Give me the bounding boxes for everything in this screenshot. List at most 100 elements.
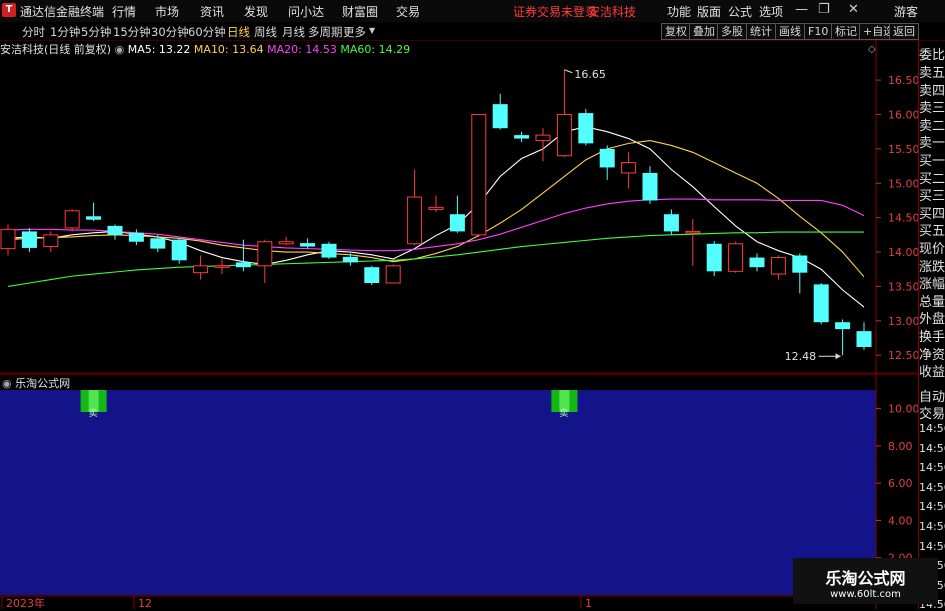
- candle-up: [685, 230, 701, 234]
- candle-up: [0, 228, 16, 250]
- tab-multi-period[interactable]: 多周期: [308, 24, 343, 40]
- candle-up: [214, 265, 230, 268]
- quote-label: 总量: [919, 294, 945, 310]
- menu-options[interactable]: 选项: [759, 3, 783, 20]
- ma-line-ma5: [7, 126, 865, 308]
- minimize-icon[interactable]: —: [795, 2, 808, 17]
- candle-down: [792, 255, 808, 273]
- candle-down: [663, 214, 679, 232]
- menu-trade[interactable]: 交易: [396, 3, 420, 20]
- menu-news[interactable]: 资讯: [200, 3, 224, 20]
- menu-discover[interactable]: 发现: [244, 3, 268, 20]
- y-tick-label: 13.00: [888, 315, 918, 328]
- candle-down: [835, 322, 851, 330]
- tab-more[interactable]: 更多: [343, 24, 366, 40]
- candle-down: [449, 214, 465, 232]
- menu-wealth[interactable]: 财富圈: [342, 3, 378, 20]
- subchart-y-tick-label: 4.00: [888, 514, 913, 527]
- y-tick-label: 12.50: [888, 349, 918, 362]
- candle-up: [535, 134, 551, 142]
- candle-down: [235, 262, 251, 268]
- quote-header: 委比: [919, 48, 945, 63]
- settings-icon[interactable]: ◉: [2, 377, 12, 390]
- app-title: 通达信金融终端: [20, 5, 105, 19]
- candle-up: [257, 241, 273, 267]
- sell-marker-label: 卖: [89, 408, 98, 419]
- menu-layout[interactable]: 版面: [697, 3, 721, 20]
- subchart-y-tick-label: 6.00: [888, 477, 913, 490]
- overlay-button[interactable]: 叠加: [689, 23, 719, 40]
- tab-60min[interactable]: 60分钟: [188, 24, 226, 40]
- multi-stock-button[interactable]: 多股: [717, 23, 747, 40]
- watermark-title: 乐淘公式网: [825, 569, 906, 588]
- trade-time: 14:56: [919, 539, 945, 553]
- candle-up: [193, 265, 209, 274]
- tab-daily[interactable]: 日线: [227, 24, 250, 40]
- tab-1min[interactable]: 1分钟: [50, 24, 80, 40]
- adjust-button[interactable]: 复权: [661, 23, 691, 40]
- tab-5min[interactable]: 5分钟: [81, 24, 111, 40]
- trade-label: 交易: [919, 407, 945, 422]
- quote-label: 买五: [919, 224, 945, 240]
- x-tick-label: 12: [138, 597, 152, 609]
- chevron-down-icon[interactable]: ▼: [369, 26, 375, 35]
- tab-weekly[interactable]: 周线: [254, 24, 277, 40]
- subchart-y-tick-label: 10.00: [888, 403, 918, 416]
- guest-label[interactable]: 游客: [894, 3, 918, 20]
- menu-quotes[interactable]: 行情: [112, 3, 136, 20]
- subchart-background: [0, 390, 876, 595]
- y-tick-label: 16.00: [888, 108, 918, 121]
- indicator-subchart[interactable]: 10.008.006.004.002.00卖卖2023年121: [0, 374, 918, 609]
- candle-up: [770, 257, 786, 275]
- trade-login-notice[interactable]: 证券交易未登录: [513, 3, 597, 20]
- quote-label: 卖三: [919, 101, 945, 117]
- restore-icon[interactable]: ❐: [818, 2, 830, 17]
- x-tick-label: 2023年: [6, 596, 45, 609]
- tab-timeshare[interactable]: 分时: [22, 24, 45, 40]
- close-icon[interactable]: ✕: [848, 2, 859, 17]
- quote-label: 卖五: [919, 66, 945, 81]
- trade-time: 14:56: [919, 441, 945, 455]
- candle-up: [621, 162, 637, 174]
- high-label: 16.65: [574, 68, 606, 81]
- candle-up: [471, 113, 487, 236]
- draw-line-button[interactable]: 画线: [775, 23, 805, 40]
- quote-label: 换手: [919, 330, 945, 345]
- candle-down: [342, 256, 358, 263]
- quote-label: 涨幅: [919, 277, 945, 293]
- high-pointer: [564, 69, 573, 74]
- candle-down: [128, 232, 144, 242]
- quote-label: 涨跌: [919, 259, 945, 275]
- candlestick-chart[interactable]: 16.50 16.00 15.50 15.00 14.50 14.00 13.50 13.00…: [0, 40, 918, 374]
- candle-up: [43, 234, 59, 248]
- subchart-y-tick-label: 8.00: [888, 440, 913, 453]
- trade-time: 14:56: [919, 480, 945, 494]
- candle-up: [64, 210, 80, 229]
- y-tick-label: 14.50: [888, 212, 918, 225]
- menu-market[interactable]: 市场: [155, 3, 179, 20]
- y-tick-label: 15.50: [888, 143, 918, 156]
- candle-down: [514, 135, 530, 139]
- menu-assistant[interactable]: 问小达: [288, 3, 324, 20]
- tab-monthly[interactable]: 月线: [282, 24, 305, 40]
- candle-up: [428, 206, 444, 210]
- menu-functions[interactable]: 功能: [667, 3, 691, 20]
- candle-up: [728, 243, 744, 272]
- y-tick-label: 16.50: [888, 74, 918, 87]
- f10-button[interactable]: F10: [804, 23, 833, 40]
- stats-button[interactable]: 统计: [746, 23, 776, 40]
- candle-down: [321, 243, 337, 258]
- candle-down: [492, 104, 508, 129]
- tab-15min[interactable]: 15分钟: [113, 24, 151, 40]
- candle-down: [706, 243, 722, 272]
- quote-label: 卖四: [919, 83, 945, 99]
- menu-formula[interactable]: 公式: [728, 3, 752, 20]
- back-button[interactable]: 返回: [889, 23, 919, 40]
- quote-label: 买一: [919, 154, 945, 169]
- trade-time: 14:56: [919, 461, 945, 475]
- mark-button[interactable]: 标记: [831, 23, 861, 40]
- y-tick-label: 14.00: [888, 246, 918, 259]
- watermark-url: www.60lt.com: [830, 589, 901, 600]
- candle-down: [150, 238, 166, 249]
- tab-30min[interactable]: 30分钟: [151, 24, 189, 40]
